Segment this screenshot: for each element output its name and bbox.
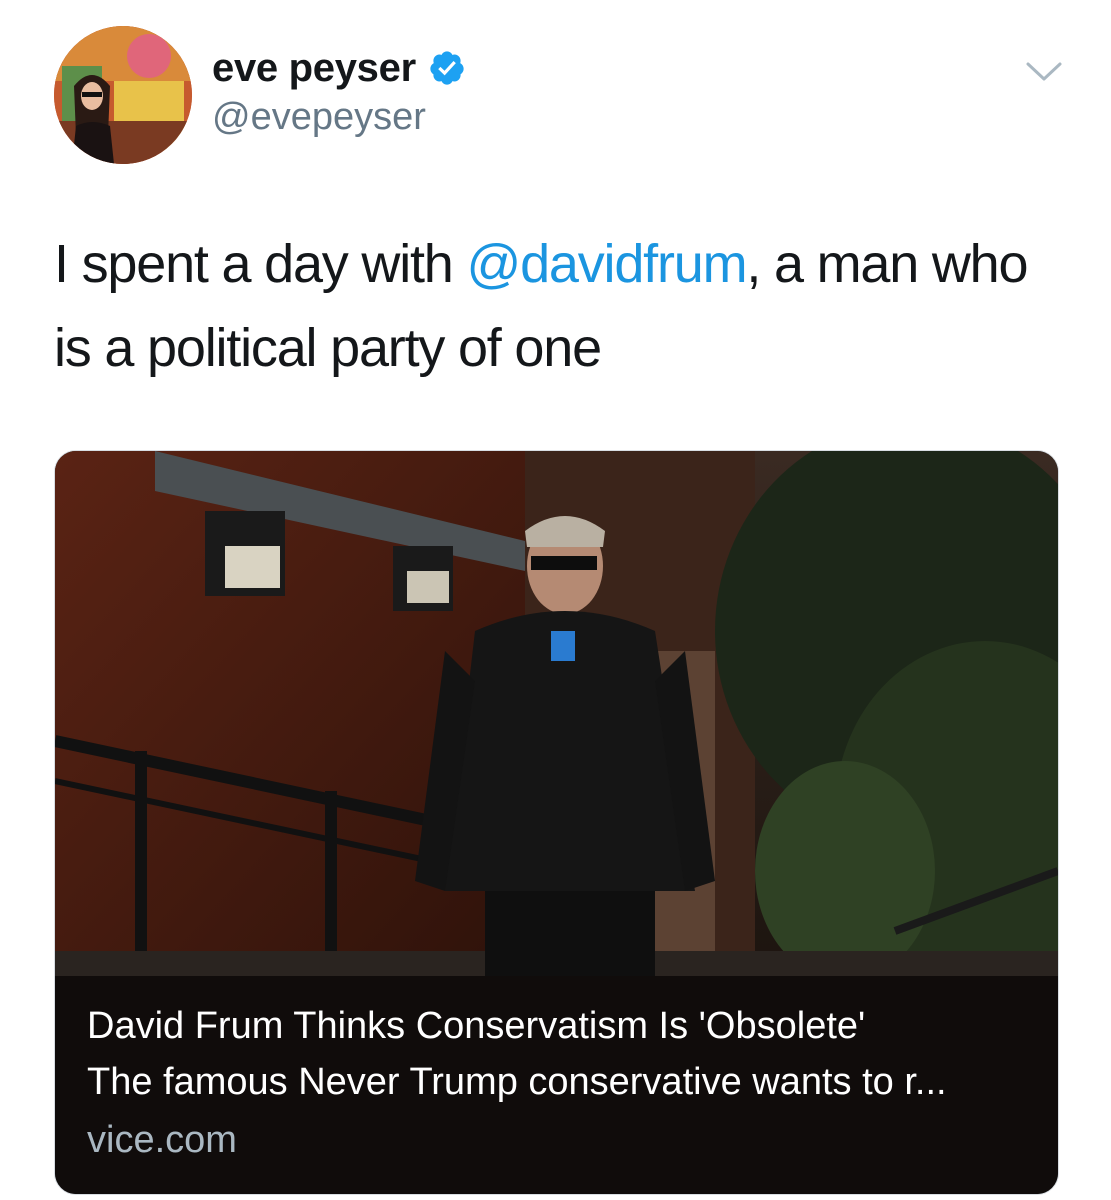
verified-badge-icon bbox=[428, 49, 466, 87]
author-handle[interactable]: @evepeyser bbox=[212, 94, 426, 140]
mention-link[interactable]: @davidfrum bbox=[466, 234, 747, 294]
author-display-name[interactable]: eve peyser bbox=[212, 44, 416, 92]
tweet: eve peyser @evepeyser I spent a day with… bbox=[0, 0, 1111, 1200]
author-name-row: eve peyser bbox=[212, 44, 466, 92]
card-domain[interactable]: vice.com bbox=[87, 1116, 237, 1164]
link-card[interactable]: David Frum Thinks Conservatism Is 'Obsol… bbox=[54, 450, 1059, 1195]
chevron-down-icon[interactable] bbox=[1024, 56, 1064, 86]
avatar[interactable] bbox=[54, 26, 192, 164]
card-body[interactable]: David Frum Thinks Conservatism Is 'Obsol… bbox=[55, 976, 1058, 1194]
tweet-text: I spent a day with @davidfrum, a man who… bbox=[54, 222, 1064, 390]
tweet-text-start: I spent a day with bbox=[54, 234, 467, 294]
card-title[interactable]: David Frum Thinks Conservatism Is 'Obsol… bbox=[87, 1002, 865, 1050]
card-image[interactable] bbox=[55, 451, 1058, 976]
card-description[interactable]: The famous Never Trump conservative want… bbox=[87, 1058, 1027, 1106]
